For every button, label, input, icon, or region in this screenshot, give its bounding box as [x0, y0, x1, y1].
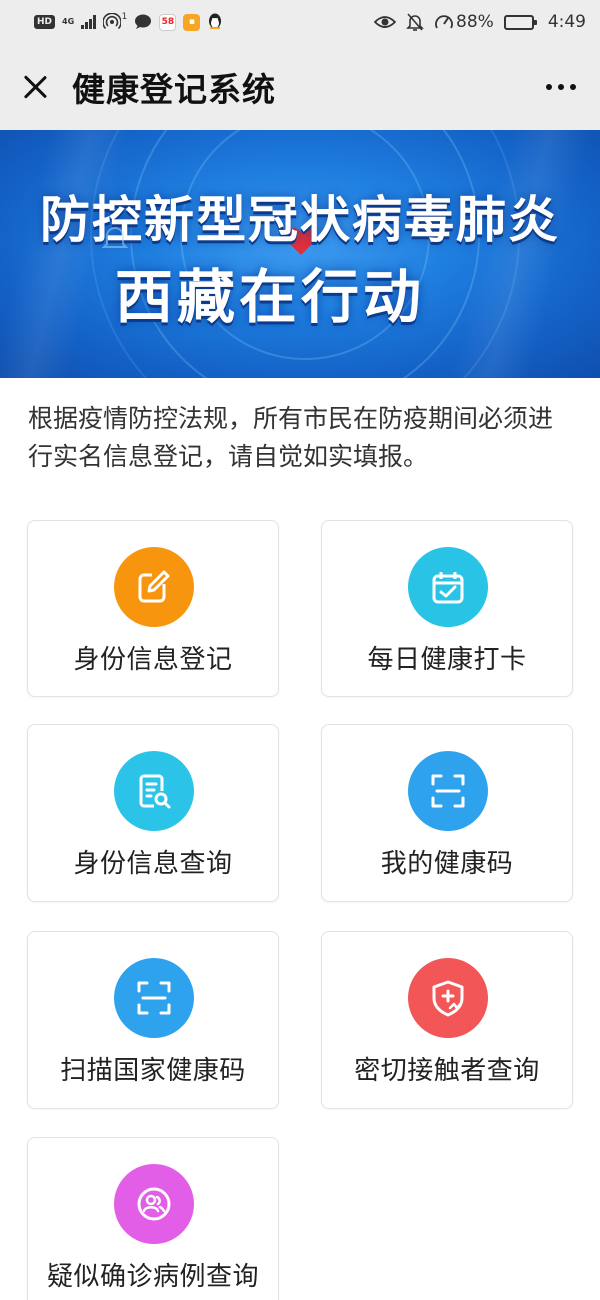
- app-orange-icon: ▪: [183, 13, 201, 31]
- speed-gauge-icon: [435, 15, 453, 29]
- scan-code-icon: [137, 981, 171, 1015]
- tile-label: 疑似确诊病例查询: [46, 1262, 259, 1292]
- intro-text: 根据疫情防控法规，所有市民在防疫期间必须进行实名信息登记，请自觉如实填报。: [28, 404, 554, 471]
- network-type-label: 4G: [62, 17, 75, 26]
- more-options-button[interactable]: [542, 74, 580, 100]
- hotspot-icon: [102, 13, 121, 30]
- tile-icon-circle: [114, 547, 194, 627]
- tile-label: 扫描国家健康码: [60, 1056, 246, 1086]
- bell-off-icon: [406, 13, 424, 31]
- tile-icon-circle: [408, 751, 488, 831]
- banner-headline: 防控新型冠状病毒肺炎: [40, 191, 560, 249]
- battery-percent: 88%: [456, 12, 494, 32]
- tile-identity-registration[interactable]: 身份信息登记: [27, 520, 279, 697]
- navigation-bar: 健康登记系统: [0, 44, 600, 130]
- app-58-icon: 58: [159, 13, 177, 31]
- tile-icon-circle: [408, 958, 488, 1038]
- chat-bubble-icon: [135, 14, 152, 29]
- tile-suspected-case-query[interactable]: 疑似确诊病例查询: [27, 1137, 279, 1300]
- bell-decoration-icon: [101, 227, 129, 248]
- tile-scan-national-health-code[interactable]: 扫描国家健康码: [27, 931, 279, 1109]
- tile-icon-circle: [408, 547, 488, 627]
- tile-icon-circle: [114, 958, 194, 1038]
- clock-time: 4:49: [547, 12, 586, 32]
- qq-penguin-icon: [209, 13, 222, 29]
- tile-identity-query[interactable]: 身份信息查询: [27, 724, 279, 902]
- tile-close-contact-query[interactable]: 密切接触者查询: [321, 931, 573, 1109]
- tile-icon-circle: [114, 751, 194, 831]
- tile-label: 每日健康打卡: [367, 645, 527, 675]
- status-bar: HD 4G 1 58 ▪ 88% 4:49: [0, 0, 600, 44]
- notification-count: 1: [121, 12, 128, 22]
- tile-label: 身份信息查询: [73, 849, 233, 879]
- tile-daily-health-checkin[interactable]: 每日健康打卡: [321, 520, 573, 697]
- calendar-check-icon: [432, 572, 464, 604]
- page-title: 健康登记系统: [72, 70, 276, 109]
- dot: [558, 84, 564, 90]
- close-button[interactable]: [20, 72, 50, 102]
- tile-label: 密切接触者查询: [354, 1056, 540, 1086]
- dot: [570, 84, 576, 90]
- campaign-banner: 防控新型冠状病毒肺炎 西藏在行动: [0, 130, 600, 378]
- document-search-icon: [139, 774, 171, 809]
- edit-icon: [138, 570, 170, 603]
- scan-code-icon: [431, 774, 465, 808]
- app-58-label: 58: [161, 17, 175, 27]
- eye-icon: [374, 16, 397, 28]
- tile-my-health-code[interactable]: 我的健康码: [321, 724, 573, 902]
- network-type: 4G: [62, 18, 74, 26]
- users-circle-icon: [137, 1187, 171, 1221]
- shield-medical-icon: [432, 980, 464, 1017]
- tile-label: 身份信息登记: [73, 645, 233, 675]
- tile-label: 我的健康码: [380, 849, 514, 879]
- banner-subheadline: 西藏在行动: [114, 263, 425, 331]
- dot: [546, 84, 552, 90]
- tile-icon-circle: [114, 1164, 194, 1244]
- signal-icon: [81, 15, 96, 29]
- battery-icon: [503, 14, 537, 30]
- status-right: 88% 4:49: [374, 12, 586, 32]
- hd-badge: HD: [34, 15, 56, 29]
- status-left: HD 4G 1 58 ▪: [34, 12, 374, 31]
